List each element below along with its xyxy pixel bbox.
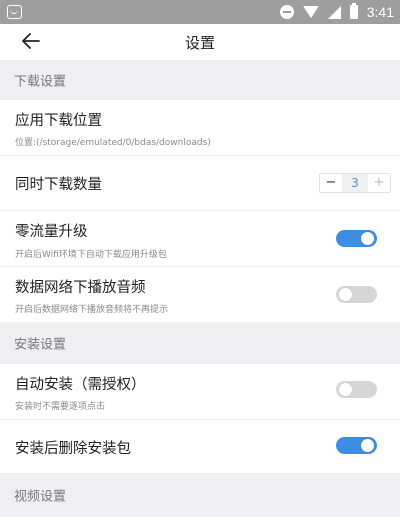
auto-install-toggle[interactable]	[336, 381, 377, 398]
download-location-title: 应用下载位置	[15, 113, 102, 129]
mobile-audio-title: 数据网络下播放音频	[15, 280, 146, 296]
section-video: 视频设置	[0, 473, 400, 517]
do-not-disturb-icon	[279, 5, 294, 19]
status-time: 3:41	[366, 4, 394, 20]
delete-after-install-title: 安装后删除安装包	[15, 441, 131, 457]
toggle-knob	[339, 383, 352, 396]
row-mobile-audio[interactable]: 数据网络下播放音频 开启后数据网络下播放音频将不再提示	[0, 267, 400, 322]
section-label-install: 安装设置	[14, 337, 67, 353]
section-label-video: 视频设置	[14, 489, 67, 505]
zero-data-upgrade-title: 零流量升级	[15, 224, 88, 240]
section-install: 安装设置	[0, 322, 400, 364]
auto-install-subtitle: 安装时不需要逐项点击	[15, 402, 106, 412]
app-notification-icon	[7, 5, 22, 19]
mobile-audio-subtitle: 开启后数据网络下播放音频将不再提示	[15, 305, 169, 315]
download-location-path: 位置:(/storage/emulated/0/bdas/downloads)	[15, 138, 211, 148]
mobile-audio-toggle[interactable]	[336, 286, 377, 303]
concurrent-downloads-title: 同时下载数量	[15, 177, 102, 193]
row-delete-after-install[interactable]: 安装后删除安装包	[0, 420, 400, 473]
concurrent-downloads-stepper: − 3 +	[319, 173, 391, 193]
page-title: 设置	[184, 34, 215, 52]
wifi-icon	[302, 6, 319, 18]
app-bar: 设置	[0, 24, 400, 60]
toggle-knob	[339, 288, 352, 301]
zero-data-upgrade-toggle[interactable]	[336, 230, 377, 247]
section-label-download: 下载设置	[14, 74, 67, 90]
zero-data-upgrade-subtitle: 开启后Wifi环境下自动下载应用升级包	[15, 250, 167, 260]
auto-install-title: 自动安装（需授权）	[15, 377, 146, 393]
signal-icon	[327, 5, 341, 19]
row-zero-data-upgrade[interactable]: 零流量升级 开启后Wifi环境下自动下载应用升级包	[0, 211, 400, 266]
status-bar: 3:41	[0, 0, 400, 24]
toggle-knob	[361, 439, 374, 452]
decrement-button[interactable]: −	[320, 174, 342, 192]
battery-icon	[349, 3, 358, 19]
row-concurrent-downloads: 同时下载数量 − 3 +	[0, 156, 400, 210]
row-auto-install[interactable]: 自动安装（需授权） 安装时不需要逐项点击	[0, 364, 400, 419]
concurrent-downloads-value[interactable]: 3	[342, 174, 368, 192]
toggle-knob	[361, 232, 374, 245]
increment-button[interactable]: +	[368, 174, 390, 192]
delete-after-install-toggle[interactable]	[336, 437, 377, 454]
row-download-location[interactable]: 应用下载位置 位置:(/storage/emulated/0/bdas/down…	[0, 100, 400, 155]
section-download: 下载设置	[0, 60, 400, 100]
status-icons: 3:41	[279, 0, 394, 24]
